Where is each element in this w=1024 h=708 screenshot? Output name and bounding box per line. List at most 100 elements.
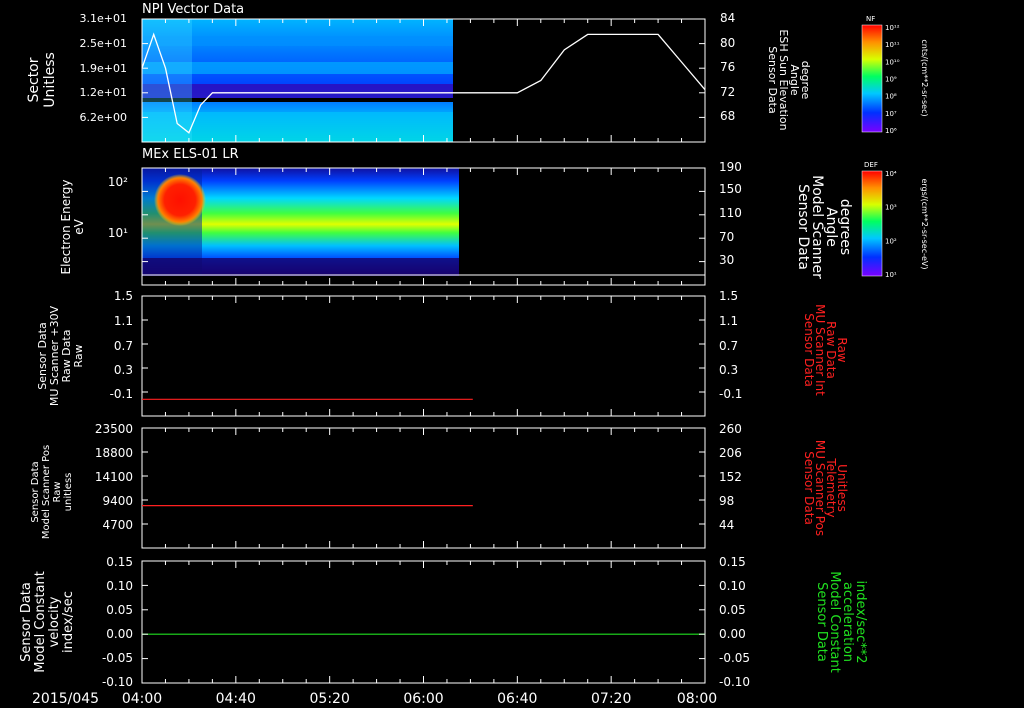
y2-tick-label: 80 bbox=[720, 36, 735, 50]
colorbar-tick-label: 10⁶ bbox=[885, 127, 897, 135]
colorbar-tick-label: 10⁸ bbox=[885, 93, 897, 101]
y2-tick-label: 30 bbox=[719, 253, 734, 267]
y-tick-label: 0.15 bbox=[106, 555, 133, 569]
y2-tick-label: 44 bbox=[719, 518, 734, 532]
y-tick-label: 0.10 bbox=[106, 579, 133, 593]
colorbar-ticks: 10¹² 10¹¹ 10¹⁰ 10⁹ 10⁸ 10⁷ 10⁶ bbox=[885, 24, 900, 135]
colorbar-ticks: 10⁴ 10³ 10² 10¹ bbox=[885, 170, 897, 279]
colorbar-tick-label: 10² bbox=[885, 237, 897, 245]
y-axis-label: Electron Energy eV bbox=[59, 179, 86, 274]
colorbar-tick-label: 10¹⁰ bbox=[885, 58, 900, 66]
y-axis-label-line: Sensor Data bbox=[19, 582, 34, 662]
time-axis: 2015/045 04:00 04:40 05:20 06:00 06:40 0… bbox=[32, 691, 717, 707]
y2-tick-label: 150 bbox=[719, 182, 742, 196]
y2-axis-label-line: Unitless bbox=[835, 464, 849, 512]
y2-axis-label: Sensor Data MU Scanner Int Raw Data Raw bbox=[802, 304, 849, 396]
y2-axis-label-line: Raw bbox=[835, 337, 849, 362]
y-tick-label: -0.05 bbox=[102, 651, 133, 665]
y-tick-label: 6.2e+00 bbox=[80, 111, 127, 124]
y2-tick-label: 0.05 bbox=[719, 603, 746, 617]
y-tick-label: 0.05 bbox=[106, 603, 133, 617]
y-axis-label: Sensor Data Model Scanner Pos Raw unitle… bbox=[30, 445, 74, 539]
colorbar-label: DEF bbox=[864, 161, 878, 169]
y2-tick-label: 260 bbox=[719, 422, 742, 436]
panel-mu30: 1.5 1.1 0.7 0.3 -0.1 1.5 1.1 0.7 0.3 -0.… bbox=[36, 289, 849, 417]
y-tick-label: 18800 bbox=[95, 446, 133, 460]
y2-tick-label: 76 bbox=[720, 60, 735, 74]
y-tick-label: 0.00 bbox=[106, 627, 133, 641]
y2-tick-label: -0.05 bbox=[719, 651, 750, 665]
y2-axis-label-line: degrees bbox=[837, 199, 853, 255]
y-tick-label: 23500 bbox=[95, 422, 133, 436]
y2-axis-label-line: Sensor Data bbox=[814, 582, 829, 662]
y2-tick-label: 110 bbox=[719, 206, 742, 220]
y2-axis-label-line: acceleration bbox=[840, 582, 855, 662]
panel-frame bbox=[141, 295, 706, 417]
y2-axis-label: Sensor Data MU Scanner Pos Telemetry Uni… bbox=[802, 440, 849, 536]
panel-frame bbox=[141, 560, 706, 684]
panel-vel: 0.15 0.10 0.05 0.00 -0.05 -0.10 0.15 0.1… bbox=[19, 555, 868, 689]
colorbar-units: cnts/(cm**2-sr-sec) bbox=[920, 39, 929, 116]
plot-canvas: NPI Vector Data 3.1e+01 2.5e+01 1.9e+01 … bbox=[19, 2, 929, 707]
y2-tick-label: 1.5 bbox=[719, 289, 738, 303]
y2-tick-label: 206 bbox=[719, 446, 742, 460]
y2-tick-label: 0.00 bbox=[719, 627, 746, 641]
y-tick-label: 9400 bbox=[102, 494, 133, 508]
panel-els: MEx ELS-01 LR 10² 10¹ 190 150 110 70 30 … bbox=[59, 147, 853, 286]
x-tick-label: 06:00 bbox=[403, 691, 443, 707]
panel-frame bbox=[141, 427, 706, 549]
y-tick-label: 0.3 bbox=[114, 363, 133, 377]
y2-axis-label-line: Model Constant bbox=[827, 571, 842, 673]
panel-title: NPI Vector Data bbox=[142, 2, 244, 17]
y2-tick-label: 0.15 bbox=[719, 555, 746, 569]
y-axis-label-line: Unitless bbox=[42, 52, 58, 108]
colorbar-tick-label: 10⁹ bbox=[885, 76, 897, 84]
y-tick-label: 10² bbox=[108, 175, 128, 189]
y-tick-label: 14100 bbox=[95, 470, 133, 484]
panel-npi: NPI Vector Data 3.1e+01 2.5e+01 1.9e+01 … bbox=[26, 2, 812, 143]
npi-band bbox=[142, 19, 192, 142]
y-axis-label-line: Sector bbox=[26, 57, 42, 102]
colorbar-units: ergs/(cm**2-sr-sec-eV) bbox=[920, 178, 929, 269]
y2-axis-label-line: Angle bbox=[823, 207, 839, 247]
colorbar-tick-label: 10⁷ bbox=[885, 110, 897, 118]
y-tick-label: 1.9e+01 bbox=[80, 62, 127, 75]
y-axis-label-line: index/sec bbox=[61, 591, 76, 653]
y2-tick-label: -0.1 bbox=[719, 387, 742, 401]
y-axis-label-line: Electron Energy bbox=[59, 179, 73, 274]
y2-axis-label-line: index/sec**2 bbox=[853, 580, 868, 663]
els-heatmap bbox=[142, 168, 459, 276]
y2-tick-label: -0.10 bbox=[719, 675, 750, 689]
y-tick-label: -0.1 bbox=[110, 387, 133, 401]
y2-tick-label: 70 bbox=[719, 230, 734, 244]
y-axis-label-line: Sensor Data bbox=[30, 461, 41, 522]
colorbar-tick-label: 10¹¹ bbox=[885, 41, 900, 49]
date-label: 2015/045 bbox=[32, 691, 99, 707]
y-axis-label: Sensor Data Model Constant velocity inde… bbox=[19, 571, 76, 673]
y2-axis-label: Sensor Data Model Scanner Angle degrees bbox=[795, 175, 853, 279]
y-tick-label: 3.1e+01 bbox=[80, 12, 127, 25]
colorbar-tick-label: 10³ bbox=[885, 204, 897, 212]
y2-tick-label: 98 bbox=[719, 494, 734, 508]
y2-axis-label-line: Model Scanner bbox=[809, 175, 825, 279]
y-axis-label-line: Model Constant bbox=[33, 571, 48, 673]
y2-tick-label: 0.10 bbox=[719, 579, 746, 593]
colorbar-nf: NF 10¹² 10¹¹ 10¹⁰ 10⁹ 10⁸ 10⁷ 10⁶ cnts/(cm**2-… bbox=[861, 15, 929, 135]
y2-axis-label-line: degree bbox=[799, 61, 812, 100]
x-tick-label: 05:20 bbox=[310, 691, 350, 707]
y2-tick-label: 1.1 bbox=[719, 314, 738, 328]
tick-marks bbox=[141, 561, 706, 683]
x-tick-label: 07:20 bbox=[591, 691, 631, 707]
y-tick-label: 1.1 bbox=[114, 314, 133, 328]
x-tick-label: 08:00 bbox=[677, 691, 717, 707]
els-band bbox=[142, 258, 459, 276]
npi-heatmap bbox=[142, 19, 453, 142]
y-axis-label: Sector Unitless bbox=[26, 52, 58, 108]
y-axis-label: Sensor Data MU Scanner +30V Raw Data Raw bbox=[36, 305, 85, 406]
y2-axis-label-line: Sensor Data bbox=[795, 184, 811, 270]
tick-marks bbox=[141, 296, 706, 416]
y-tick-label: 2.5e+01 bbox=[80, 37, 127, 50]
y2-tick-label: 0.3 bbox=[719, 363, 738, 377]
y-tick-label: 1.5 bbox=[114, 289, 133, 303]
y-tick-label: 4700 bbox=[102, 518, 133, 532]
